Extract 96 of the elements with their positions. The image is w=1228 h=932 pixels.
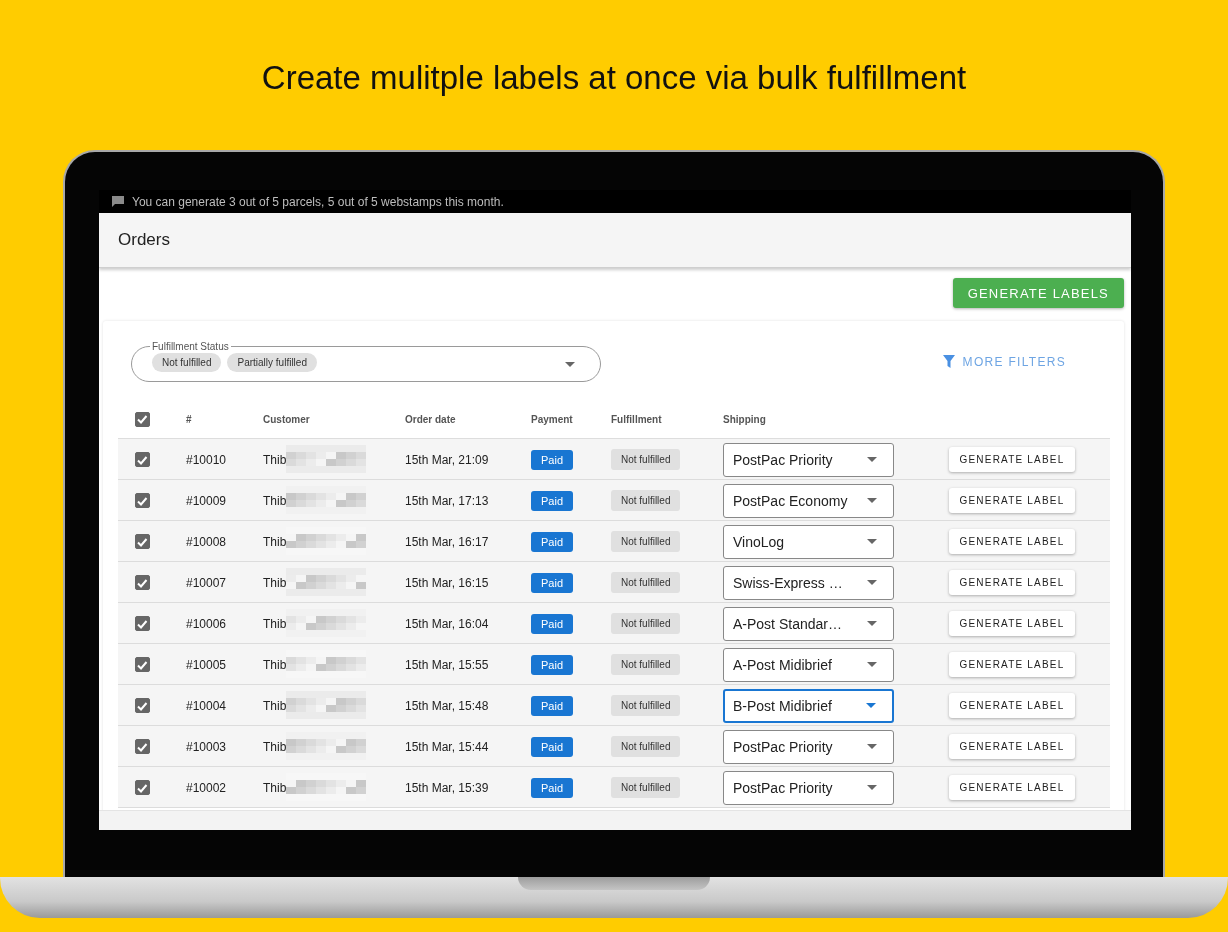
column-header: Payment: [531, 413, 573, 425]
fulfillment-tag: Not fulfilled: [611, 695, 681, 716]
payment-tag: Paid: [531, 695, 574, 716]
order-date: 15th Mar, 16:04: [405, 616, 489, 631]
column-header: #: [186, 413, 192, 425]
shipping-select[interactable]: A-Post Midibrief: [723, 647, 894, 682]
caret-icon: [565, 361, 575, 367]
order-number: #10008: [185, 534, 228, 549]
checkbox[interactable]: [134, 698, 150, 713]
column-header: Fulfillment: [611, 413, 662, 425]
page-title: Orders: [118, 230, 170, 250]
shipping-select[interactable]: PostPac Priority: [723, 729, 894, 764]
fulfillment-tag: Not fulfilled: [611, 613, 681, 634]
payment-tag: Paid: [531, 736, 574, 757]
generate-label-button[interactable]: GENERATE LABEL: [949, 775, 1075, 800]
generate-label-button[interactable]: GENERATE LABEL: [949, 734, 1075, 759]
checkbox[interactable]: [134, 575, 150, 590]
order-number: #10010: [185, 452, 228, 467]
order-date: 15th Mar, 15:55: [405, 657, 489, 672]
shipping-select[interactable]: B-Post Midibrief: [723, 688, 894, 723]
checkbox[interactable]: [134, 657, 150, 672]
order-number: #10003: [185, 739, 228, 754]
message-icon: [112, 196, 124, 207]
checkbox[interactable]: [134, 452, 150, 467]
order-number: #10004: [185, 698, 228, 713]
order-date: 15th Mar, 16:17: [405, 534, 489, 549]
caret-icon: [867, 457, 877, 462]
caret-icon: [867, 621, 877, 626]
fulfillment-tag: Not fulfilled: [611, 531, 681, 552]
shipping-select[interactable]: Swiss-Express …: [723, 565, 894, 600]
generate-label-button[interactable]: GENERATE LABEL: [949, 693, 1075, 718]
notice-text: You can generate 3 out of 5 parcels, 5 out of 5 webstamps this month.: [132, 194, 504, 209]
customer-name: Thib: [263, 534, 287, 549]
generate-label-button[interactable]: GENERATE LABEL: [949, 447, 1075, 472]
payment-tag: Paid: [531, 490, 574, 511]
generate-label-button[interactable]: GENERATE LABEL: [949, 652, 1075, 677]
caret-icon: [867, 539, 877, 544]
order-number: #10009: [185, 493, 228, 508]
shipping-select[interactable]: PostPac Priority: [723, 442, 894, 477]
customer-name: Thib: [263, 616, 287, 631]
payment-tag: Paid: [531, 613, 574, 634]
generate-label-button[interactable]: GENERATE LABEL: [949, 611, 1075, 636]
payment-tag: Paid: [531, 531, 574, 552]
generate-label-button[interactable]: GENERATE LABEL: [949, 488, 1075, 513]
fulfillment-tag: Not fulfilled: [611, 654, 681, 675]
order-number: #10005: [185, 657, 228, 672]
fulfillment-tag: Not fulfilled: [611, 736, 681, 757]
payment-tag: Paid: [531, 572, 574, 593]
shipping-select[interactable]: PostPac Economy: [723, 483, 894, 518]
column-header: Shipping: [723, 413, 766, 425]
generate-label-button[interactable]: GENERATE LABEL: [949, 529, 1075, 554]
caret-icon: [867, 498, 877, 503]
payment-tag: Paid: [531, 449, 574, 470]
checkbox[interactable]: [134, 780, 150, 795]
payment-tag: Paid: [531, 654, 574, 675]
filter-icon: [942, 355, 955, 368]
caret-icon: [867, 662, 877, 667]
caret-icon: [867, 785, 877, 790]
column-header: Order date: [405, 413, 456, 425]
fulfillment-tag: Not fulfilled: [611, 490, 681, 511]
customer-name: Thib: [263, 575, 287, 590]
checkbox[interactable]: [134, 616, 150, 631]
fulfillment-tag: Not fulfilled: [611, 777, 681, 798]
checkbox[interactable]: [134, 493, 150, 508]
customer-name: Thib: [263, 780, 287, 795]
order-number: #10006: [185, 616, 228, 631]
order-date: 15th Mar, 16:15: [405, 575, 489, 590]
customer-name: Thib: [263, 739, 287, 754]
caret-icon: [867, 744, 877, 749]
order-date: 15th Mar, 21:09: [405, 452, 489, 467]
order-number: #10002: [185, 780, 228, 795]
customer-name: Thib: [263, 698, 287, 713]
generate-label-button[interactable]: GENERATE LABEL: [949, 570, 1075, 595]
shipping-select[interactable]: PostPac Priority: [723, 770, 894, 805]
customer-name: Thib: [263, 657, 287, 672]
checkbox[interactable]: [134, 739, 150, 754]
customer-name: Thib: [263, 452, 287, 467]
caret-icon: [866, 703, 876, 708]
column-header: Customer: [263, 413, 310, 425]
caret-icon: [867, 580, 877, 585]
order-date: 15th Mar, 15:44: [405, 739, 489, 754]
payment-tag: Paid: [531, 777, 574, 798]
order-number: #10007: [185, 575, 228, 590]
filter-chip[interactable]: Partially fulfilled: [227, 352, 317, 372]
customer-name: Thib: [263, 493, 287, 508]
order-date: 15th Mar, 15:39: [405, 780, 489, 795]
order-date: 15th Mar, 17:13: [405, 493, 489, 508]
shipping-select[interactable]: VinoLog: [723, 524, 894, 559]
fulfillment-tag: Not fulfilled: [611, 449, 681, 470]
checkbox[interactable]: [134, 534, 150, 549]
filter-chip[interactable]: Not fulfilled: [152, 352, 222, 372]
headline: Create mulitple labels at once via bulk fulfillment: [261, 58, 967, 98]
checkbox[interactable]: [134, 411, 150, 427]
shipping-select[interactable]: A-Post Standar…: [723, 606, 894, 641]
fulfillment-tag: Not fulfilled: [611, 572, 681, 593]
order-date: 15th Mar, 15:48: [405, 698, 489, 713]
